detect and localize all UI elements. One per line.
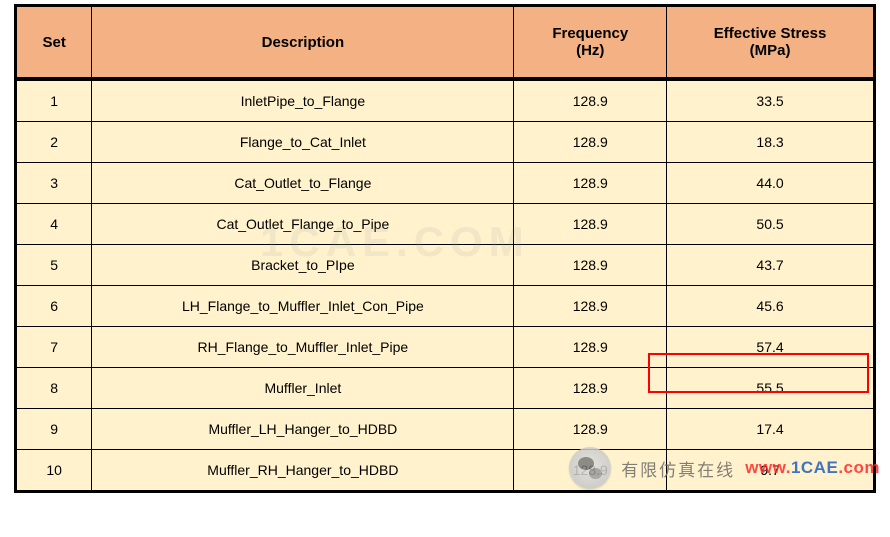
cell-stress: 17.4 xyxy=(667,409,875,450)
cell-set: 3 xyxy=(16,163,92,204)
table-row: 2Flange_to_Cat_Inlet128.918.3 xyxy=(16,122,875,163)
url-domain: 1CAE xyxy=(791,458,838,477)
cell-frequency: 128.9 xyxy=(514,368,667,409)
cell-frequency: 128.9 xyxy=(514,327,667,368)
cell-description: Muffler_LH_Hanger_to_HDBD xyxy=(92,409,514,450)
cell-set: 1 xyxy=(16,79,92,122)
header-description: Description xyxy=(92,6,514,80)
watermark-footer: 有限仿真在线 www.1CAE.com xyxy=(569,447,880,489)
table-row: 8Muffler_Inlet128.955.5 xyxy=(16,368,875,409)
table-row: 3Cat_Outlet_to_Flange128.944.0 xyxy=(16,163,875,204)
header-set: Set xyxy=(16,6,92,80)
cell-description: RH_Flange_to_Muffler_Inlet_Pipe xyxy=(92,327,514,368)
cell-description: Cat_Outlet_to_Flange xyxy=(92,163,514,204)
cell-description: InletPipe_to_Flange xyxy=(92,79,514,122)
cell-description: LH_Flange_to_Muffler_Inlet_Con_Pipe xyxy=(92,286,514,327)
header-stress: Effective Stress (MPa) xyxy=(667,6,875,80)
table-container: Set Description Frequency (Hz) Effective… xyxy=(0,0,890,493)
data-table: Set Description Frequency (Hz) Effective… xyxy=(14,4,876,493)
cell-set: 9 xyxy=(16,409,92,450)
header-frequency: Frequency (Hz) xyxy=(514,6,667,80)
table-body: 1InletPipe_to_Flange128.933.52Flange_to_… xyxy=(16,79,875,492)
cell-stress: 45.6 xyxy=(667,286,875,327)
cell-set: 5 xyxy=(16,245,92,286)
cell-stress: 44.0 xyxy=(667,163,875,204)
cell-description: Bracket_to_PIpe xyxy=(92,245,514,286)
cell-frequency: 128.9 xyxy=(514,79,667,122)
cell-frequency: 128.9 xyxy=(514,409,667,450)
table-row: 4Cat_Outlet_Flange_to_Pipe128.950.5 xyxy=(16,204,875,245)
cell-frequency: 128.9 xyxy=(514,245,667,286)
cell-set: 4 xyxy=(16,204,92,245)
cell-frequency: 128.9 xyxy=(514,122,667,163)
url-www: www. xyxy=(745,458,791,477)
cell-description: Muffler_Inlet xyxy=(92,368,514,409)
table-row: 7RH_Flange_to_Muffler_Inlet_Pipe128.957.… xyxy=(16,327,875,368)
cell-stress: 57.4 xyxy=(667,327,875,368)
table-row: 1InletPipe_to_Flange128.933.5 xyxy=(16,79,875,122)
cell-set: 6 xyxy=(16,286,92,327)
cell-stress: 33.5 xyxy=(667,79,875,122)
cell-description: Muffler_RH_Hanger_to_HDBD xyxy=(92,450,514,492)
cell-set: 8 xyxy=(16,368,92,409)
table-header-row: Set Description Frequency (Hz) Effective… xyxy=(16,6,875,80)
watermark-cn-text: 有限仿真在线 xyxy=(621,456,735,481)
url-com: .com xyxy=(838,458,880,477)
cell-frequency: 128.9 xyxy=(514,286,667,327)
cell-stress: 55.5 xyxy=(667,368,875,409)
cell-description: Cat_Outlet_Flange_to_Pipe xyxy=(92,204,514,245)
cell-stress: 18.3 xyxy=(667,122,875,163)
cell-set: 2 xyxy=(16,122,92,163)
cell-stress: 43.7 xyxy=(667,245,875,286)
table-row: 5Bracket_to_PIpe128.943.7 xyxy=(16,245,875,286)
cell-set: 7 xyxy=(16,327,92,368)
cell-stress: 50.5 xyxy=(667,204,875,245)
wechat-icon xyxy=(569,447,611,489)
cell-frequency: 128.9 xyxy=(514,204,667,245)
cell-set: 10 xyxy=(16,450,92,492)
table-row: 9Muffler_LH_Hanger_to_HDBD128.917.4 xyxy=(16,409,875,450)
table-row: 6LH_Flange_to_Muffler_Inlet_Con_Pipe128.… xyxy=(16,286,875,327)
watermark-url: www.1CAE.com xyxy=(745,458,880,478)
cell-frequency: 128.9 xyxy=(514,163,667,204)
cell-description: Flange_to_Cat_Inlet xyxy=(92,122,514,163)
